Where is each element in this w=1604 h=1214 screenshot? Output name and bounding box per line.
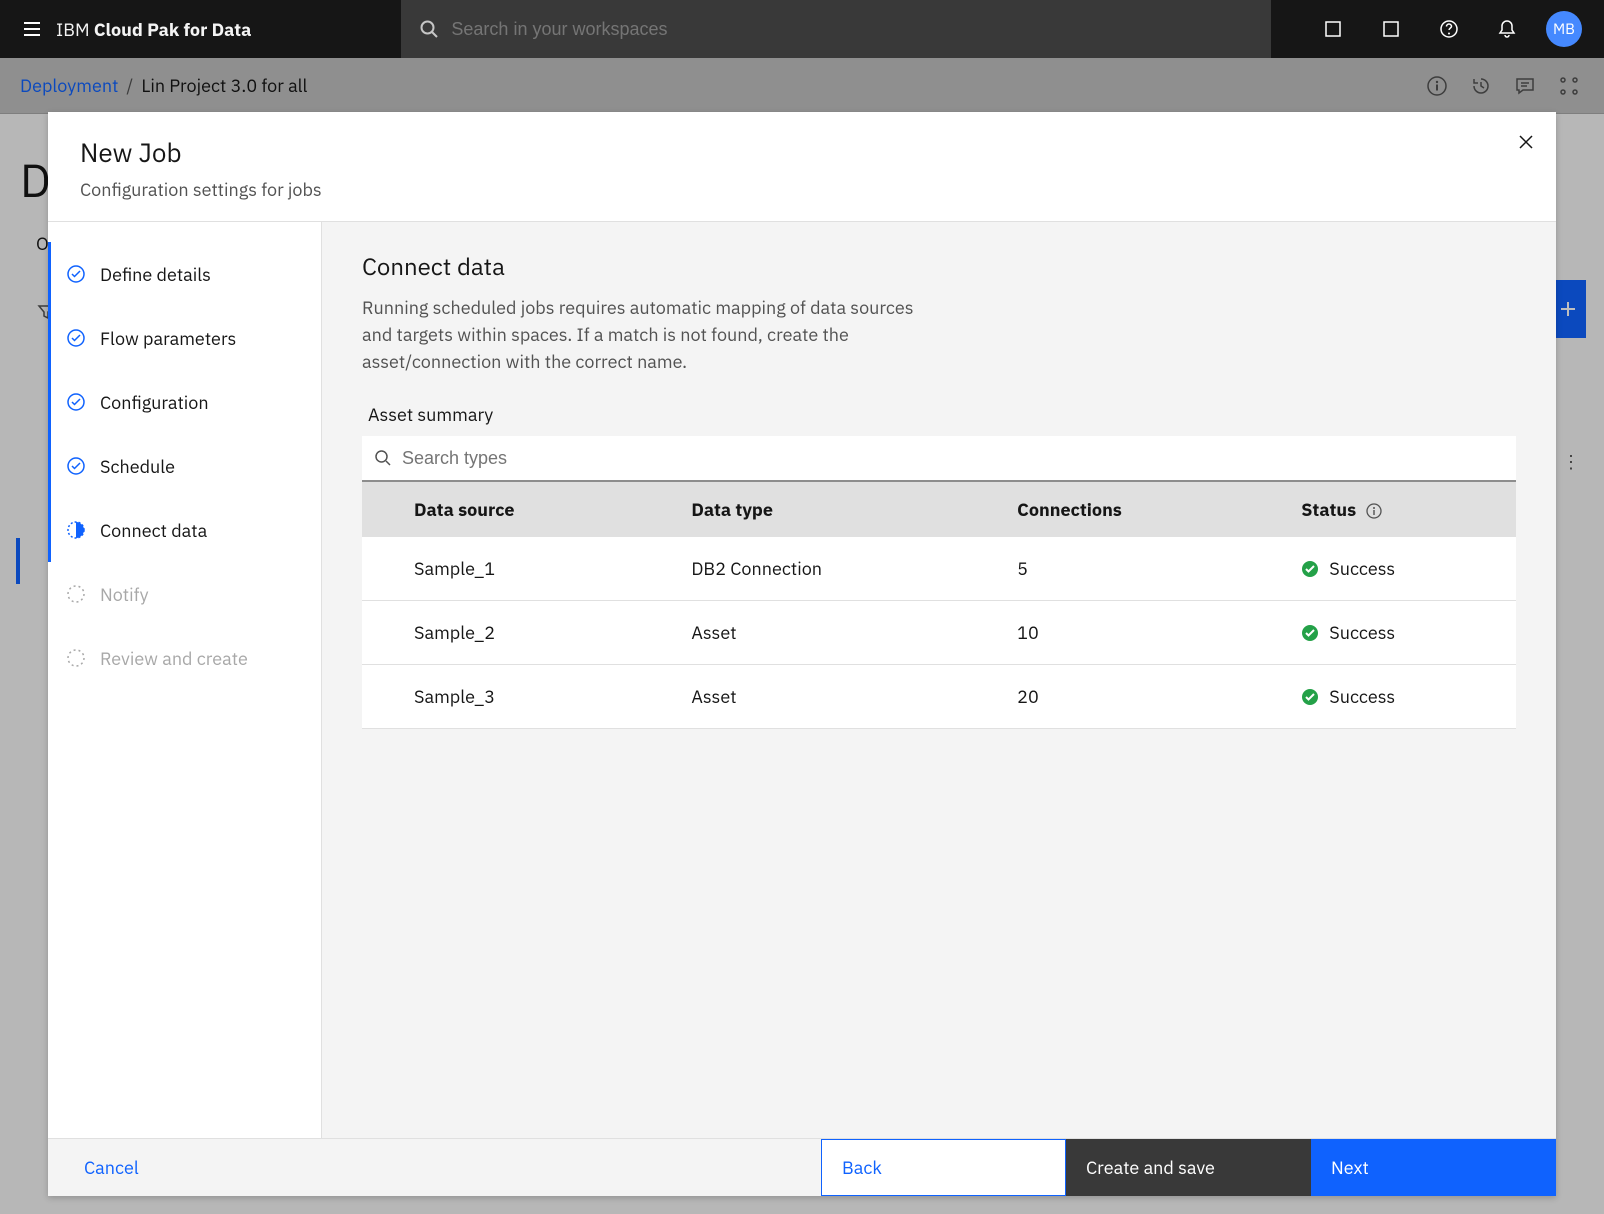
cell-data-source: Sample_3	[362, 665, 639, 729]
table-header-row: Data source Data type Connections Status	[362, 482, 1516, 537]
square-icon-1[interactable]	[1304, 0, 1362, 58]
user-avatar[interactable]: MB	[1546, 11, 1582, 47]
step-label: Define details	[100, 263, 211, 286]
step-flow-parameters[interactable]: Flow parameters	[48, 306, 321, 370]
step-label: Configuration	[100, 391, 209, 414]
status-text: Success	[1329, 557, 1395, 580]
cell-status: Success	[1249, 537, 1516, 601]
global-header: IBM Cloud Pak for Data MB	[0, 0, 1604, 58]
cell-status: Success	[1249, 665, 1516, 729]
step-notify[interactable]: Notify	[48, 562, 321, 626]
modal-title: New Job	[80, 136, 1524, 170]
incomplete-icon	[66, 520, 86, 540]
search-icon	[374, 449, 392, 467]
global-search[interactable]	[401, 0, 1271, 58]
checkmark-filled-icon	[1301, 560, 1319, 578]
create-and-save-button[interactable]: Create and save	[1066, 1139, 1311, 1196]
checkmark-filled-icon	[1301, 624, 1319, 642]
cell-data-source: Sample_2	[362, 601, 639, 665]
asset-search[interactable]	[362, 436, 1516, 482]
brand-title: IBM Cloud Pak for Data	[56, 18, 251, 41]
table-row[interactable]: Sample_2 Asset 10 Success	[362, 601, 1516, 665]
checkmark-outline-icon	[66, 264, 86, 284]
help-icon[interactable]	[1420, 0, 1478, 58]
col-connections[interactable]: Connections	[965, 482, 1249, 537]
col-status-label: Status	[1301, 498, 1356, 521]
step-review-create[interactable]: Review and create	[48, 626, 321, 690]
modal-body: Define details Flow parameters Configura…	[48, 222, 1556, 1138]
menu-icon[interactable]	[12, 0, 52, 58]
content-heading: Connect data	[362, 250, 1516, 282]
brand-prefix: IBM	[56, 18, 94, 41]
cell-data-type: Asset	[639, 665, 965, 729]
back-button[interactable]: Back	[821, 1139, 1066, 1196]
content-description: Running scheduled jobs requires automati…	[362, 294, 942, 375]
cell-connections: 5	[965, 537, 1249, 601]
avatar-initials: MB	[1553, 20, 1575, 39]
new-job-modal: New Job Configuration settings for jobs …	[48, 112, 1556, 1196]
header-actions: MB	[1304, 0, 1592, 58]
step-label: Review and create	[100, 647, 248, 670]
col-data-source[interactable]: Data source	[362, 482, 639, 537]
checkmark-outline-icon	[66, 392, 86, 412]
step-label: Connect data	[100, 519, 207, 542]
cell-connections: 20	[965, 665, 1249, 729]
cell-data-type: Asset	[639, 601, 965, 665]
circle-dash-icon	[66, 648, 86, 668]
modal-subtitle: Configuration settings for jobs	[80, 178, 1524, 201]
asset-summary-label: Asset summary	[368, 403, 1516, 426]
checkmark-outline-icon	[66, 328, 86, 348]
cell-data-source: Sample_1	[362, 537, 639, 601]
status-text: Success	[1329, 685, 1395, 708]
info-icon[interactable]	[1366, 503, 1382, 519]
cell-status: Success	[1249, 601, 1516, 665]
table-row[interactable]: Sample_3 Asset 20 Success	[362, 665, 1516, 729]
asset-table: Data source Data type Connections Status…	[362, 482, 1516, 729]
col-data-type[interactable]: Data type	[639, 482, 965, 537]
checkmark-filled-icon	[1301, 688, 1319, 706]
footer-spacer	[468, 1139, 821, 1196]
circle-dash-icon	[66, 584, 86, 604]
notifications-icon[interactable]	[1478, 0, 1536, 58]
asset-search-input[interactable]	[402, 448, 1504, 469]
step-schedule[interactable]: Schedule	[48, 434, 321, 498]
search-icon	[419, 19, 439, 39]
step-nav: Define details Flow parameters Configura…	[48, 222, 322, 1138]
close-icon[interactable]	[1512, 128, 1540, 156]
step-connect-data[interactable]: Connect data	[48, 498, 321, 562]
cell-connections: 10	[965, 601, 1249, 665]
brand-bold: Cloud Pak for Data	[94, 18, 252, 41]
modal-header: New Job Configuration settings for jobs	[48, 112, 1556, 222]
step-label: Schedule	[100, 455, 175, 478]
step-content: Connect data Running scheduled jobs requ…	[322, 222, 1556, 1138]
table-row[interactable]: Sample_1 DB2 Connection 5 Success	[362, 537, 1516, 601]
cell-data-type: DB2 Connection	[639, 537, 965, 601]
cancel-button[interactable]: Cancel	[48, 1139, 468, 1196]
step-configuration[interactable]: Configuration	[48, 370, 321, 434]
checkmark-outline-icon	[66, 456, 86, 476]
step-define-details[interactable]: Define details	[48, 242, 321, 306]
global-search-input[interactable]	[451, 19, 1253, 40]
status-text: Success	[1329, 621, 1395, 644]
step-label: Flow parameters	[100, 327, 236, 350]
modal-footer: Cancel Back Create and save Next	[48, 1138, 1556, 1196]
next-button[interactable]: Next	[1311, 1139, 1556, 1196]
step-label: Notify	[100, 583, 149, 606]
square-icon-2[interactable]	[1362, 0, 1420, 58]
col-status[interactable]: Status	[1249, 482, 1516, 537]
